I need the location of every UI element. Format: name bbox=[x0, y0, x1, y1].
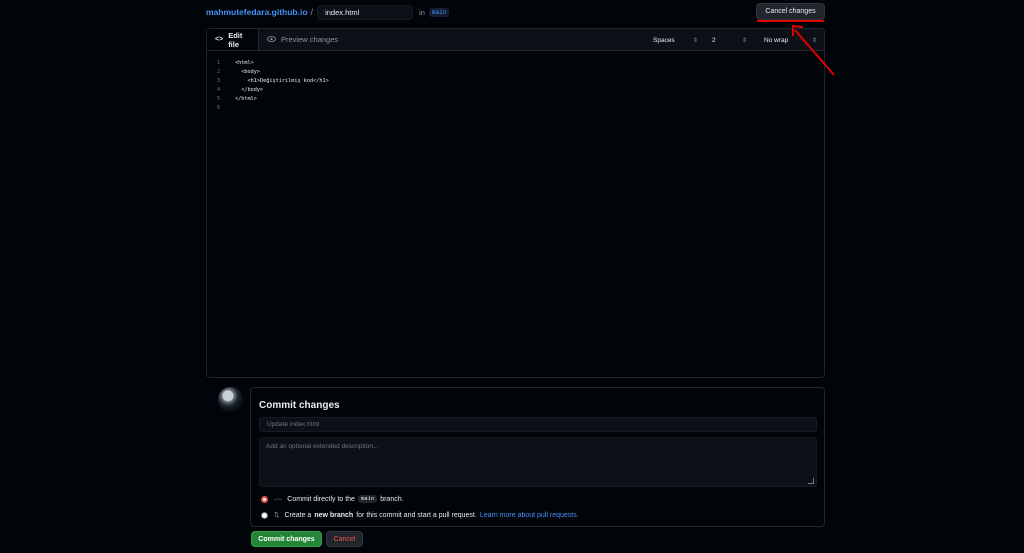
line-number: 3 bbox=[217, 78, 221, 84]
git-commit-icon: -○- bbox=[274, 495, 283, 503]
avatar bbox=[218, 387, 243, 412]
cancel-button[interactable]: Cancel bbox=[326, 531, 363, 547]
line-text: <h1>Değiştirilmiş kod</h1> bbox=[235, 78, 329, 84]
select-arrows-icon: ⇕ bbox=[692, 37, 698, 44]
option-direct-suffix: branch. bbox=[380, 495, 404, 503]
select-arrows-icon: ⇕ bbox=[811, 37, 817, 44]
eye-icon bbox=[267, 35, 276, 44]
line-number: 5 bbox=[217, 96, 221, 102]
line-text: </html> bbox=[235, 96, 257, 102]
wrap-mode-select[interactable]: No wrap ⇕ bbox=[758, 33, 822, 47]
option-new-prefix: Create a bbox=[284, 511, 312, 519]
tab-label: Edit file bbox=[228, 30, 243, 49]
indent-size-select[interactable]: 2 ⇕ bbox=[706, 33, 752, 47]
line-text: </body> bbox=[235, 87, 264, 93]
path-separator: / bbox=[310, 7, 314, 17]
line-number: 2 bbox=[217, 69, 221, 75]
line-text: <body> bbox=[235, 69, 260, 75]
indent-mode-value: Spaces bbox=[653, 36, 675, 44]
commit-title: Commit changes bbox=[259, 400, 340, 411]
code-editor: <> Edit file Preview changes Spaces ⇕ 2 … bbox=[206, 28, 825, 378]
radio-checked-icon[interactable] bbox=[261, 495, 268, 503]
option-new-bold: new branch bbox=[314, 511, 354, 519]
branch-badge: main bbox=[428, 7, 450, 17]
cancel-changes-button[interactable]: Cancel changes bbox=[756, 3, 825, 20]
code-line: 1 <html> bbox=[217, 59, 329, 68]
tab-label: Preview changes bbox=[281, 35, 339, 44]
code-line: 4 </body> bbox=[217, 86, 329, 95]
code-line: 6 bbox=[217, 104, 329, 113]
code-line: 3 <h1>Değiştirilmiş kod</h1> bbox=[217, 77, 329, 86]
learn-more-link[interactable]: Learn more about pull requests. bbox=[480, 512, 579, 519]
description-placeholder: Add an optional extended description... bbox=[266, 443, 379, 450]
code-area[interactable]: 1 <html> 2 <body> 3 <h1>Değiştirilmiş kod… bbox=[217, 59, 329, 113]
code-line: 2 <body> bbox=[217, 68, 329, 77]
repo-link[interactable]: mahmutefedara.github.io bbox=[206, 7, 308, 17]
radio-unchecked-icon[interactable] bbox=[261, 511, 268, 519]
file-path-bar: mahmutefedara.github.io / index.html in … bbox=[206, 4, 826, 20]
tab-preview-changes[interactable]: Preview changes bbox=[259, 29, 346, 50]
select-arrows-icon: ⇕ bbox=[741, 37, 747, 44]
in-label: in bbox=[419, 7, 425, 17]
commit-panel: Commit changes Update index.html Add an … bbox=[250, 387, 825, 527]
indent-mode-select[interactable]: Spaces ⇕ bbox=[647, 33, 703, 47]
indent-size-value: 2 bbox=[712, 36, 716, 44]
line-text: <html> bbox=[235, 60, 254, 66]
option-new-suffix: for this commit and start a pull request… bbox=[356, 511, 477, 519]
commit-direct-option[interactable]: -○- Commit directly to the main branch. bbox=[261, 495, 404, 503]
commit-description-input[interactable]: Add an optional extended description... bbox=[259, 437, 817, 487]
editor-toolbar: <> Edit file Preview changes Spaces ⇕ 2 … bbox=[207, 29, 824, 51]
commit-summary-input[interactable]: Update index.html bbox=[259, 417, 817, 432]
branch-code: main bbox=[357, 495, 378, 503]
new-branch-option[interactable]: ⇅ Create a new branch for this commit an… bbox=[261, 511, 579, 519]
filename-input[interactable]: index.html bbox=[317, 4, 414, 20]
line-number: 4 bbox=[217, 87, 221, 93]
option-direct-prefix: Commit directly to the bbox=[287, 495, 355, 503]
git-pull-request-icon: ⇅ bbox=[274, 512, 280, 519]
line-number: 1 bbox=[217, 60, 221, 66]
wrap-mode-value: No wrap bbox=[764, 36, 789, 44]
resize-handle-icon[interactable] bbox=[808, 478, 814, 484]
code-icon: <> bbox=[215, 36, 224, 43]
commit-changes-button[interactable]: Commit changes bbox=[251, 531, 322, 547]
tab-edit-file[interactable]: <> Edit file bbox=[207, 29, 259, 50]
code-line: 5 </html> bbox=[217, 95, 329, 104]
line-number: 6 bbox=[217, 105, 221, 111]
